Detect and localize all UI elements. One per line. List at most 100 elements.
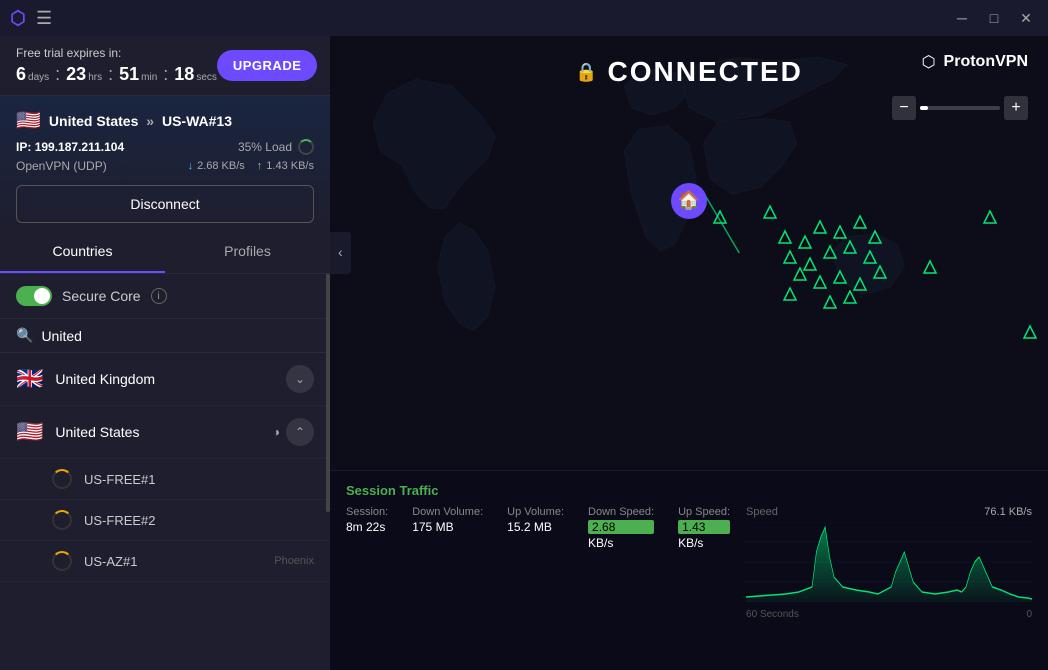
- connection-protocol: OpenVPN (UDP): [16, 159, 107, 173]
- uk-expand-button[interactable]: ⌄: [286, 365, 314, 393]
- connection-flag-row: 🇺🇸 United States » US-WA#13: [16, 108, 314, 133]
- disconnect-button[interactable]: Disconnect: [16, 185, 314, 223]
- us-flag-country-icon: 🇺🇸: [16, 419, 43, 445]
- stat-up-volume-value: 15.2 MB: [507, 520, 564, 534]
- connection-vpn-info: OpenVPN (UDP) ↓ 2.68 KB/s ↑ 1.43 KB/s: [16, 159, 314, 173]
- us-collapse-button[interactable]: ⌃: [286, 418, 314, 446]
- protonvpn-logo: ⬡ ProtonVPN: [922, 52, 1028, 72]
- server-load-circle-1: [52, 469, 72, 489]
- stat-session: Session: 8m 22s: [346, 506, 388, 612]
- map-area: 🔒 CONNECTED ⬡ ProtonVPN − + ‹: [330, 36, 1048, 470]
- trial-min-label: min: [141, 72, 157, 83]
- trial-days: 6 days: [16, 64, 49, 85]
- country-item-uk[interactable]: 🇬🇧 United Kingdom ⌄: [0, 353, 330, 406]
- graph-content: Session: 8m 22s Down Volume: 175 MB Up V…: [346, 506, 1032, 620]
- stat-down-volume-label: Down Volume:: [412, 506, 483, 518]
- time-sep-2: :: [108, 64, 113, 85]
- server-name-3: US-AZ#1: [84, 554, 274, 569]
- secure-core-toggle[interactable]: [16, 286, 52, 306]
- country-name-uk: United Kingdom: [55, 371, 286, 387]
- graph-time-labels: 60 Seconds 0: [746, 609, 1032, 620]
- back-button[interactable]: ‹: [330, 232, 351, 274]
- proton-logo-icon: [8, 8, 28, 28]
- protonvpn-name: ProtonVPN: [944, 53, 1028, 71]
- minimize-button[interactable]: ─: [948, 4, 976, 32]
- trial-banner: Free trial expires in: 6 days : 23 hrs :…: [0, 36, 330, 96]
- down-arrow-icon: ↓: [188, 160, 194, 172]
- secure-core-info-icon[interactable]: i: [151, 288, 167, 304]
- tab-profiles[interactable]: Profiles: [165, 231, 330, 273]
- trial-secs-num: 18: [174, 64, 194, 85]
- server-item-us-free-2[interactable]: US-FREE#2: [0, 500, 330, 541]
- graph-speed-axis-label: Speed: [746, 506, 778, 518]
- stat-up-volume: Up Volume: 15.2 MB: [507, 506, 564, 612]
- down-speed-value: 2.68 KB/s: [197, 160, 245, 172]
- country-item-us[interactable]: 🇺🇸 United States ◑ ⌃: [0, 406, 330, 459]
- search-row: 🔍: [0, 319, 330, 353]
- title-bar-right: ─ □ ✕: [948, 4, 1040, 32]
- server-load-circle-2: [52, 510, 72, 530]
- main-layout: Free trial expires in: 6 days : 23 hrs :…: [0, 36, 1048, 670]
- stat-down-volume: Down Volume: 175 MB: [412, 506, 483, 612]
- title-bar-left: ☰: [8, 8, 52, 29]
- secure-core-row: Secure Core i: [0, 274, 330, 319]
- connection-details: IP: 199.187.211.104 35% Load: [16, 139, 314, 155]
- right-panel: 🔒 CONNECTED ⬡ ProtonVPN − + ‹: [330, 36, 1048, 670]
- stat-up-volume-label: Up Volume:: [507, 506, 564, 518]
- maximize-button[interactable]: □: [980, 4, 1008, 32]
- stat-up-speed-value: 1.43: [678, 520, 730, 534]
- hamburger-menu-icon[interactable]: ☰: [36, 8, 52, 29]
- connection-ip: IP: 199.187.211.104: [16, 140, 124, 154]
- uk-flag-icon: 🇬🇧: [16, 366, 43, 392]
- lock-icon: 🔒: [575, 62, 597, 83]
- stat-down-speed-unit: KB/s: [588, 536, 654, 550]
- upgrade-button[interactable]: UPGRADE: [217, 50, 318, 81]
- search-input[interactable]: [41, 328, 314, 344]
- server-item-us-az1[interactable]: US-AZ#1 Phoenix: [0, 541, 330, 582]
- trial-min-num: 51: [119, 64, 139, 85]
- proton-map-icon: ⬡: [922, 52, 936, 72]
- close-button[interactable]: ✕: [1012, 4, 1040, 32]
- sidebar: Free trial expires in: 6 days : 23 hrs :…: [0, 36, 330, 670]
- load-circle-icon: [298, 139, 314, 155]
- graph-speed-axis-value: 76.1 KB/s: [984, 506, 1032, 518]
- zoom-fill: [920, 106, 928, 110]
- stat-down-volume-value: 175 MB: [412, 520, 483, 534]
- server-item-us-free-1[interactable]: US-FREE#1: [0, 459, 330, 500]
- trial-hrs-num: 23: [66, 64, 86, 85]
- trial-label: Free trial expires in:: [16, 46, 217, 60]
- graph-panel: Session Traffic Session: 8m 22s Down Vol…: [330, 470, 1048, 670]
- tab-countries[interactable]: Countries: [0, 231, 165, 273]
- home-marker: 🏠: [671, 183, 707, 219]
- stat-down-speed-value: 2.68: [588, 520, 654, 534]
- graph-chart-area: Speed 76.1 KB/s: [746, 506, 1032, 620]
- uk-country-actions: ⌄: [286, 365, 314, 393]
- connected-header: 🔒 CONNECTED: [575, 56, 803, 88]
- trial-days-label: days: [28, 72, 49, 83]
- country-list: 🇬🇧 United Kingdom ⌄ 🇺🇸 United States ◑ ⌃: [0, 353, 330, 670]
- graph-time-right: 0: [1026, 609, 1032, 620]
- zoom-controls: − +: [892, 96, 1028, 120]
- zoom-bar: [920, 106, 1000, 110]
- us-flag-icon: 🇺🇸: [16, 108, 41, 133]
- connection-arrow: »: [146, 113, 158, 129]
- search-icon: 🔍: [16, 327, 33, 344]
- country-name-us: United States: [55, 424, 272, 440]
- server-name-2: US-FREE#2: [84, 513, 314, 528]
- us-country-actions: ◑ ⌃: [273, 418, 314, 446]
- zoom-out-button[interactable]: −: [892, 96, 916, 120]
- zoom-in-button[interactable]: +: [1004, 96, 1028, 120]
- stat-session-label: Session:: [346, 506, 388, 518]
- stat-up-speed-label: Up Speed:: [678, 506, 730, 518]
- stat-down-speed-label: Down Speed:: [588, 506, 654, 518]
- connection-location: United States » US-WA#13: [49, 113, 232, 129]
- graph-header: Speed 76.1 KB/s: [746, 506, 1032, 518]
- trial-countdown: 6 days : 23 hrs : 51 min : 18: [16, 64, 217, 85]
- graph-svg: [746, 522, 1032, 602]
- tabs: Countries Profiles: [0, 231, 330, 274]
- stat-session-value: 8m 22s: [346, 520, 388, 534]
- up-arrow-icon: ↑: [257, 160, 263, 172]
- title-bar: ☰ ─ □ ✕: [0, 0, 1048, 36]
- trial-secs-label: secs: [196, 72, 217, 83]
- connected-text: CONNECTED: [608, 56, 803, 88]
